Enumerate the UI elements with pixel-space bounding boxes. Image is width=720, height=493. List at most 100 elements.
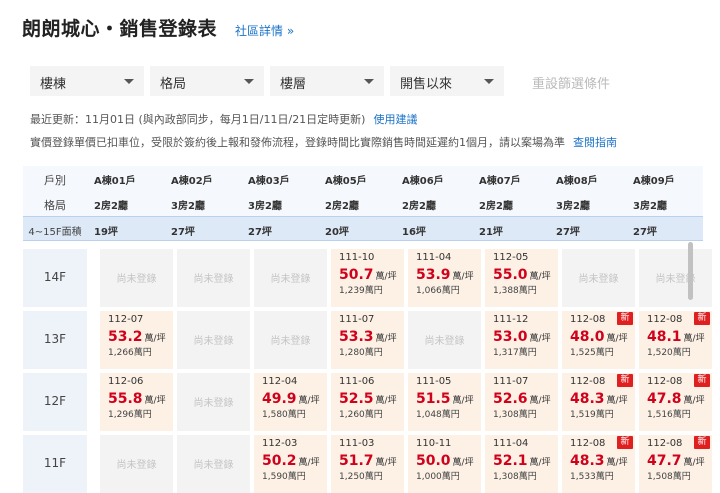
price-unit: 萬/坪 [529, 458, 551, 468]
unit-name: A棟06戶 [402, 176, 444, 187]
price-unit: 萬/坪 [529, 396, 551, 406]
transaction-date: 112-07 [108, 314, 144, 325]
price-unit: 萬/坪 [375, 396, 397, 406]
transaction-cell[interactable]: 112-08 47.7 萬/坪 1,508萬円新 [639, 435, 712, 493]
transaction-cell[interactable]: 111-03 51.7 萬/坪 1,250萬円 [331, 435, 404, 493]
layout-header-row: 格局 2房2廳 3房2廳 3房2廳 2房2廳 2房2廳 2房2廳 3房2廳 3房2廳 [23, 191, 703, 216]
price-value: 52.6 [493, 391, 528, 407]
price-value: 50.7 [339, 267, 374, 283]
usage-tips-link[interactable]: 使用建議 [373, 113, 417, 126]
price-value: 49.9 [262, 391, 297, 407]
price-value: 53.0 [493, 329, 528, 345]
price-unit: 萬/坪 [683, 396, 705, 406]
floor-label: 12F [23, 373, 87, 431]
transaction-cell[interactable]: 110-11 50.0 萬/坪 1,000萬円 [408, 435, 481, 493]
transaction-cell[interactable]: 111-10 50.7 萬/坪 1,239萬円 [331, 249, 404, 307]
community-details-link[interactable]: 社區詳情 » [235, 22, 294, 39]
new-badge: 新 [617, 374, 633, 387]
not-registered-label: 尚未登錄 [193, 336, 234, 347]
period-filter-dropdown[interactable]: 開售以來 [390, 66, 504, 96]
transaction-date: 111-06 [339, 376, 375, 387]
price-value: 55.0 [493, 267, 528, 283]
transaction-date: 111-05 [416, 376, 452, 387]
transaction-cell[interactable]: 112-03 50.2 萬/坪 1,590萬円 [254, 435, 327, 493]
total-price: 1,388萬円 [493, 286, 537, 296]
transaction-cell[interactable]: 112-08 48.3 萬/坪 1,533萬円新 [562, 435, 635, 493]
transaction-date: 111-04 [493, 438, 529, 449]
empty-unit-cell: 尚未登錄 [562, 249, 635, 307]
unit-area: 27坪 [171, 227, 195, 238]
price-unit: 萬/坪 [606, 458, 628, 468]
sales-table: 戶別 A棟01戶 A棟02戶 A棟03戶 A棟05戶 A棟06戶 A棟07戶 A棟08戶 A棟… [23, 166, 720, 493]
transaction-cell[interactable]: 112-06 55.8 萬/坪 1,296萬円 [100, 373, 173, 431]
total-price: 1,296萬円 [108, 410, 152, 420]
transaction-cell[interactable]: 111-05 51.5 萬/坪 1,048萬円 [408, 373, 481, 431]
unit-price: 48.1 萬/坪 [647, 326, 712, 345]
transaction-date: 110-11 [416, 438, 452, 449]
empty-unit-cell: 尚未登錄 [100, 435, 173, 493]
unit-area: 27坪 [633, 227, 657, 238]
unit-price: 48.3 萬/坪 [570, 388, 635, 407]
layout-filter-dropdown[interactable]: 格局 [150, 66, 264, 96]
unit-name: A棟03戶 [248, 176, 290, 187]
floor-label: 13F [23, 311, 87, 369]
unit-price: 48.3 萬/坪 [570, 450, 635, 469]
unit-price: 50.2 萬/坪 [262, 450, 327, 469]
transaction-cell[interactable]: 111-07 53.3 萬/坪 1,280萬円 [331, 311, 404, 369]
unit-price: 53.9 萬/坪 [416, 264, 481, 283]
table-scrollbar[interactable] [688, 242, 693, 300]
guide-link[interactable]: 查閱指南 [573, 136, 617, 149]
transaction-cell[interactable]: 112-08 47.8 萬/坪 1,516萬円新 [639, 373, 712, 431]
empty-unit-cell: 尚未登錄 [408, 311, 481, 369]
unit-layout: 3房2廳 [248, 201, 282, 212]
floor-filter-dropdown[interactable]: 樓層 [270, 66, 384, 96]
unit-price: 52.5 萬/坪 [339, 388, 404, 407]
unit-price: 55.0 萬/坪 [493, 264, 558, 283]
transaction-date: 112-04 [262, 376, 298, 387]
transaction-cell[interactable]: 111-04 52.1 萬/坪 1,308萬円 [485, 435, 558, 493]
transaction-date: 111-07 [339, 314, 375, 325]
building-filter-dropdown[interactable]: 樓棟 [30, 66, 144, 96]
chevron-down-icon [364, 79, 374, 84]
transaction-date: 112-05 [493, 252, 529, 263]
transaction-cell[interactable]: 112-07 53.2 萬/坪 1,266萬円 [100, 311, 173, 369]
unit-price: 50.0 萬/坪 [416, 450, 481, 469]
unit-name: A棟09戶 [633, 176, 675, 187]
transaction-cell[interactable]: 112-08 48.0 萬/坪 1,525萬円新 [562, 311, 635, 369]
transaction-date: 112-06 [108, 376, 144, 387]
transaction-cell[interactable]: 112-08 48.3 萬/坪 1,519萬円新 [562, 373, 635, 431]
transaction-date: 111-10 [339, 252, 375, 263]
reset-filters-button[interactable]: 重設篩選條件 [532, 66, 610, 96]
price-value: 51.5 [416, 391, 451, 407]
disclaimer-text: 實價登錄單價已扣車位，受限於簽約後上報和發佈流程，登錄時間比實際銷售時間延遲約1… [30, 136, 565, 149]
transaction-cell[interactable]: 112-05 55.0 萬/坪 1,388萬円 [485, 249, 558, 307]
dropdown-label: 開售以來 [400, 77, 453, 92]
unit-price: 47.7 萬/坪 [647, 450, 712, 469]
not-registered-label: 尚未登錄 [116, 274, 157, 285]
transaction-date: 111-12 [493, 314, 529, 325]
transaction-cell[interactable]: 112-08 48.1 萬/坪 1,520萬円新 [639, 311, 712, 369]
transaction-cell[interactable]: 111-12 53.0 萬/坪 1,317萬円 [485, 311, 558, 369]
transaction-cell[interactable]: 111-07 52.6 萬/坪 1,308萬円 [485, 373, 558, 431]
transaction-cell[interactable]: 112-04 49.9 萬/坪 1,580萬円 [254, 373, 327, 431]
total-price: 1,066萬円 [416, 286, 460, 296]
total-price: 1,533萬円 [570, 472, 614, 482]
not-registered-label: 尚未登錄 [193, 460, 234, 471]
transaction-cell[interactable]: 111-04 53.9 萬/坪 1,066萬円 [408, 249, 481, 307]
chevron-down-icon [244, 79, 254, 84]
not-registered-label: 尚未登錄 [193, 274, 234, 285]
unit-price: 51.7 萬/坪 [339, 450, 404, 469]
chevron-down-icon [124, 79, 134, 84]
transaction-cell[interactable]: 111-06 52.5 萬/坪 1,260萬円 [331, 373, 404, 431]
total-price: 1,000萬円 [416, 472, 460, 482]
price-value: 53.3 [339, 329, 374, 345]
unit-price: 51.5 萬/坪 [416, 388, 481, 407]
unit-name: A棟02戶 [171, 176, 213, 187]
total-price: 1,580萬円 [262, 410, 306, 420]
row-label-layout: 格局 [44, 199, 66, 212]
unit-area: 16坪 [402, 227, 426, 238]
unit-price: 49.9 萬/坪 [262, 388, 327, 407]
unit-name: A棟08戶 [556, 176, 598, 187]
total-price: 1,308萬円 [493, 472, 537, 482]
total-price: 1,520萬円 [647, 348, 691, 358]
